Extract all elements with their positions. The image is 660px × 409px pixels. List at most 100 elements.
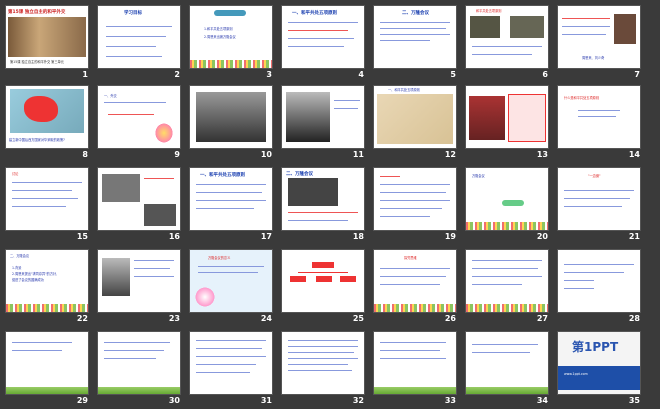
slide-title: 万隆会议 (472, 174, 485, 178)
slide-thumb-16[interactable] (98, 168, 180, 230)
photo (102, 174, 140, 202)
slide-title: 学习目标 (124, 11, 142, 16)
photo (196, 92, 266, 142)
slide-number: 18 (352, 232, 364, 241)
slide-thumb-1[interactable]: 第15课 独立自主的和平外交 第15课 独立自主的和平外交 第三单元 (6, 6, 88, 68)
slide-thumb-35[interactable]: 第1PPT www.1ppt.com (558, 332, 640, 394)
slide-thumb-21[interactable]: "一边倒" (558, 168, 640, 230)
slide-thumb-20[interactable]: 万隆会议 (466, 168, 548, 230)
slide-number: 4 (358, 70, 364, 79)
slide-title: 和平共处五项原则 (476, 9, 502, 13)
slide-number: 2 (174, 70, 180, 79)
footer-bar (558, 366, 640, 390)
slide-thumb-11[interactable] (282, 86, 364, 148)
brand-logo: 第1PPT (572, 340, 619, 354)
slide-number: 11 (352, 150, 364, 159)
slide-thumb-24[interactable]: 万隆会议的意义 (190, 250, 272, 312)
item-2: 2.周恩来出席万隆会议 (204, 35, 236, 39)
line-2: 2.周恩来提出"求同存异"的方针, (12, 272, 58, 276)
photo (510, 16, 544, 38)
slide-number: 3 (266, 70, 272, 79)
slide-thumb-5[interactable]: 二、万隆会议 (374, 6, 456, 68)
slide-caption: 第15课 独立自主的和平外交 第三单元 (10, 60, 64, 64)
slide-thumb-27[interactable] (466, 250, 548, 312)
slide-thumb-17[interactable]: 一、和平共处五项原则 (190, 168, 272, 230)
slide-thumb-13[interactable] (466, 86, 548, 148)
slide-text: 一、和平共处五项原则 (388, 88, 420, 92)
slide-number: 22 (76, 314, 88, 323)
slide-text: 什么是和平共处五项原则 (564, 96, 600, 100)
diagram-node (290, 276, 306, 282)
slide-thumb-8[interactable]: 建立新中国后西方国家对华采取的政策? (6, 86, 88, 148)
slide-number: 9 (174, 150, 180, 159)
line-1: 1.背景 (12, 266, 22, 270)
slide-thumb-25[interactable] (282, 250, 364, 312)
slide-thumb-23[interactable] (98, 250, 180, 312)
slide-text: 讨论 (12, 172, 19, 176)
slide-title: 二、万隆会议 (402, 11, 429, 16)
slide-thumb-29[interactable] (6, 332, 88, 394)
slide-number: 30 (168, 396, 180, 405)
map-region (24, 96, 58, 122)
slide-number: 23 (168, 314, 180, 323)
slide-thumb-34[interactable] (466, 332, 548, 394)
header-pill (214, 10, 246, 16)
photo (469, 96, 505, 140)
slide-number: 7 (634, 70, 640, 79)
slide-thumb-33[interactable] (374, 332, 456, 394)
slide-number: 24 (260, 314, 272, 323)
slide-thumb-22[interactable]: 二、万隆会议 1.背景 2.周恩来提出"求同存异"的方针, 促进了会议的圆满成功 (6, 250, 88, 312)
diagram-node (340, 276, 356, 282)
diagram-node (312, 262, 334, 268)
map (377, 94, 453, 144)
slide-number: 13 (536, 150, 548, 159)
slide-title: 万隆会议的意义 (208, 256, 231, 260)
slide-number: 17 (260, 232, 272, 241)
slide-thumb-6[interactable]: 和平共处五项原则 (466, 6, 548, 68)
slide-number: 12 (444, 150, 456, 159)
slide-title: 二、万隆会议 (286, 172, 313, 177)
slide-number: 26 (444, 314, 456, 323)
slide-thumb-28[interactable] (558, 250, 640, 312)
slide-title: 一、和平共处五项原则 (200, 173, 245, 178)
photo (144, 204, 176, 226)
slide-thumb-7[interactable]: 周恩来、刘少奇 (558, 6, 640, 68)
slide-thumb-32[interactable] (282, 332, 364, 394)
slide-thumb-3[interactable]: 1.和平共处五项原则 2.周恩来出席万隆会议 (190, 6, 272, 68)
slide-thumb-19[interactable] (374, 168, 456, 230)
slide-thumb-9[interactable]: 一、外交 (98, 86, 180, 148)
slide-thumb-2[interactable]: 学习目标 (98, 6, 180, 68)
slide-number: 32 (352, 396, 364, 405)
item-1: 1.和平共处五项原则 (204, 27, 233, 31)
slide-thumb-31[interactable] (190, 332, 272, 394)
slide-number: 5 (450, 70, 456, 79)
slide-thumb-18[interactable]: 二、万隆会议 (282, 168, 364, 230)
slide-title: 二、万隆会议 (10, 254, 30, 258)
slide-thumb-12[interactable]: 一、和平共处五项原则 (374, 86, 456, 148)
line-3: 促进了会议的圆满成功 (12, 278, 44, 282)
slide-thumb-15[interactable]: 讨论 (6, 168, 88, 230)
portrait (102, 258, 130, 296)
slide-number: 28 (628, 314, 640, 323)
slide-number: 10 (260, 150, 272, 159)
slide-thumb-30[interactable] (98, 332, 180, 394)
slide-thumb-4[interactable]: 一、和平共处五项原则 (282, 6, 364, 68)
slide-number: 31 (260, 396, 272, 405)
slide-number: 6 (542, 70, 548, 79)
slide-number: 19 (444, 232, 456, 241)
slide-number: 15 (76, 232, 88, 241)
slide-thumb-14[interactable]: 什么是和平共处五项原则 (558, 86, 640, 148)
diagram-node (316, 276, 332, 282)
photo (614, 14, 636, 44)
slide-text: 一、外交 (104, 94, 117, 98)
slide-number: 21 (628, 232, 640, 241)
footer-text: www.1ppt.com (564, 372, 588, 376)
header-pill (502, 200, 524, 206)
slide-number: 16 (168, 232, 180, 241)
slide-thumb-26[interactable]: 探究思维 (374, 250, 456, 312)
slide-title: 探究思维 (404, 256, 417, 260)
slide-thumb-10[interactable] (190, 86, 272, 148)
slide-number: 25 (352, 314, 364, 323)
slide-number: 20 (536, 232, 548, 241)
photo (286, 92, 330, 142)
